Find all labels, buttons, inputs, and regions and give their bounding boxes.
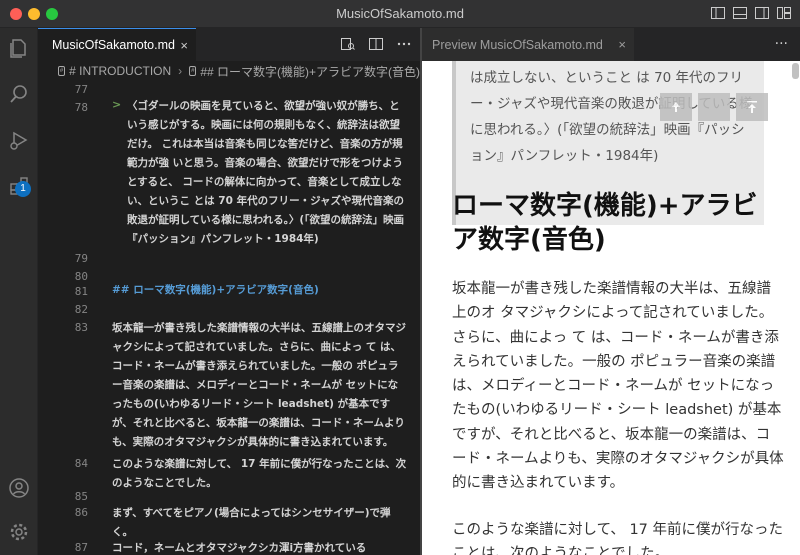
- tab-music-of-sakamoto[interactable]: MusicOfSakamoto.md ×: [38, 28, 196, 61]
- code-text: まず、すべてをピアノ(場合によってはシンセサイザー)で弾く。: [112, 507, 391, 538]
- line-number: 78: [74, 101, 88, 114]
- more-actions-icon[interactable]: [396, 36, 412, 52]
- markdown-preview[interactable]: は成立しない、ということ は 70 年代のフリー・ジャズや現代音楽の敗退が証明し…: [422, 61, 800, 555]
- editor-text-area[interactable]: 77 78 > 〈ゴダールの映画を見ていると、欲望が強い奴が勝ち、という感じがす…: [38, 81, 420, 555]
- markdown-symbol-icon: #: [58, 66, 66, 76]
- close-icon[interactable]: ×: [618, 37, 626, 52]
- preview-tab-bar: Preview MusicOfSakamoto.md × ···: [422, 28, 800, 61]
- preview-paragraph: 坂本龍一が書き残した楽譜情報の大半は、五線譜上のオ タマジャクシによって記されて…: [452, 281, 784, 492]
- line-number: 83: [74, 321, 88, 334]
- close-icon[interactable]: ×: [180, 38, 188, 53]
- gear-icon[interactable]: [5, 518, 33, 546]
- customize-layout-icon[interactable]: [776, 5, 792, 21]
- editor-tab-bar: MusicOfSakamoto.md ×: [38, 28, 420, 61]
- line-number: 79: [74, 252, 88, 265]
- breadcrumb-separator: ›: [178, 64, 183, 78]
- account-icon[interactable]: [5, 474, 33, 502]
- line-number: 84: [74, 457, 88, 470]
- preview-heading: ローマ数字(機能)+アラビア数字(音色): [452, 191, 758, 255]
- editor-actions: [340, 36, 412, 52]
- toggle-primary-sidebar-icon[interactable]: [710, 5, 726, 21]
- more-actions-icon[interactable]: ···: [775, 36, 788, 52]
- code-text: コード，ネームとオタマジャクシカ渾i方書かれている: [112, 542, 367, 554]
- code-text: 坂本龍一が書き残した楽譜情報の大半は、五線譜上のオタマジャクシによって記されてい…: [112, 322, 406, 448]
- breadcrumb: # # INTRODUCTION › # ## ローマ数字(機能)+アラビア数字…: [38, 61, 420, 81]
- activity-bar: 1: [0, 28, 38, 555]
- code-heading: ## ローマ数字(機能)+アラビア数字(音色): [112, 284, 319, 296]
- blockquote-marker: >: [112, 98, 122, 111]
- title-bar: MusicOfSakamoto.md: [0, 0, 800, 28]
- line-number: 80: [74, 270, 88, 283]
- extensions-badge: 1: [15, 181, 31, 197]
- line-number: 77: [74, 83, 88, 96]
- tab-label: Preview MusicOfSakamoto.md: [432, 37, 603, 52]
- layout-controls: [710, 5, 792, 21]
- scroll-top-icon[interactable]: [736, 93, 768, 121]
- breadcrumb-item-introduction[interactable]: # INTRODUCTION: [69, 64, 171, 78]
- markdown-symbol-icon: #: [189, 66, 197, 76]
- tab-preview-music-of-sakamoto[interactable]: Preview MusicOfSakamoto.md ×: [422, 28, 634, 61]
- search-icon[interactable]: [5, 80, 33, 108]
- preview-scrollbar[interactable]: [792, 63, 799, 79]
- scroll-middle-icon[interactable]: [698, 93, 730, 121]
- line-number: 82: [74, 303, 88, 316]
- run-debug-icon[interactable]: [5, 126, 33, 154]
- breadcrumb-item-heading[interactable]: ## ローマ数字(機能)+アラビア数字(音色): [200, 63, 420, 80]
- tab-label: MusicOfSakamoto.md: [52, 38, 175, 52]
- line-number: 86: [74, 506, 88, 519]
- open-preview-icon[interactable]: [340, 36, 356, 52]
- window-title: MusicOfSakamoto.md: [336, 6, 464, 21]
- scroll-up-icon[interactable]: [660, 93, 692, 121]
- line-number: 87: [74, 541, 88, 554]
- toggle-secondary-sidebar-icon[interactable]: [754, 5, 770, 21]
- line-number: 85: [74, 490, 88, 503]
- preview-paragraph: このような楽譜に対して、 17 年前に僕が行なったことは、次のようなことでした。: [452, 522, 784, 555]
- code-text: このような楽譜に対して、 17 年前に僕が行なったことは、次のようなことでした。: [112, 458, 407, 489]
- preview-scroll-controls: [660, 93, 768, 121]
- line-number: 81: [74, 285, 88, 298]
- files-icon[interactable]: [5, 34, 33, 62]
- code-text: 〈ゴダールの映画を見ていると、欲望が強い奴が勝ち、という感じがする。映画には何の…: [127, 100, 405, 245]
- toggle-panel-icon[interactable]: [732, 5, 748, 21]
- split-editor-icon[interactable]: [368, 36, 384, 52]
